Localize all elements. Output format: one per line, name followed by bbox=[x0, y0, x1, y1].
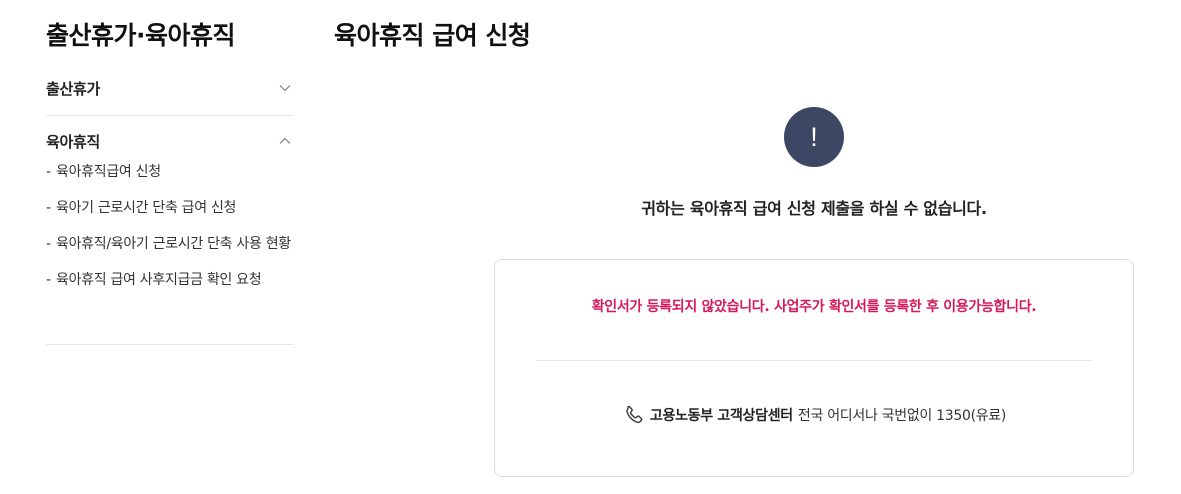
page: 출산휴가·육아휴직 출산휴가 육아휴직 - 육아휴직급여 신청 - 육아기 근로… bbox=[0, 0, 1181, 494]
page-title: 육아휴직 급여 신청 bbox=[334, 21, 531, 50]
sidebar-item-label: 육아기 근로시간 단축 급여 신청 bbox=[56, 200, 237, 216]
sidebar-item-usage-status[interactable]: - 육아휴직/육아기 근로시간 단축 사용 현황 bbox=[46, 233, 294, 255]
contact-center-name: 고용노동부 고객상담센터 bbox=[649, 408, 793, 424]
notice-message: 귀하는 육아휴직 급여 신청 제출을 하실 수 없습니다. bbox=[641, 199, 987, 218]
sidebar-item-label: 육아휴직급여 신청 bbox=[56, 164, 161, 180]
list-bullet: - bbox=[46, 200, 51, 216]
chevron-up-icon bbox=[278, 134, 292, 148]
contact-center-detail: 전국 어디서나 국번없이 1350(유료) bbox=[797, 408, 1007, 424]
sidebar-title: 출산휴가·육아휴직 bbox=[46, 21, 236, 50]
sidebar-group-parental-leave: 육아휴직 - 육아휴직급여 신청 - 육아기 근로시간 단축 급여 신청 - 육… bbox=[46, 125, 294, 345]
sidebar-item-reduced-hours-benefit[interactable]: - 육아기 근로시간 단축 급여 신청 bbox=[46, 197, 294, 219]
alert-icon: ! bbox=[784, 107, 844, 167]
sidebar-submenu: - 육아휴직급여 신청 - 육아기 근로시간 단축 급여 신청 - 육아휴직/육… bbox=[46, 161, 294, 291]
list-bullet: - bbox=[46, 272, 51, 288]
divider bbox=[536, 360, 1092, 361]
list-bullet: - bbox=[46, 164, 51, 180]
info-box: 확인서가 등록되지 않았습니다. 사업주가 확인서를 등록한 후 이용가능합니다… bbox=[494, 259, 1134, 477]
sidebar-group-header-maternity-leave[interactable]: 출산휴가 bbox=[46, 72, 294, 104]
sidebar-item-label: 육아휴직/육아기 근로시간 단축 사용 현황 bbox=[56, 236, 291, 252]
sidebar-group-label: 육아휴직 bbox=[46, 132, 101, 151]
alert-symbol: ! bbox=[810, 121, 818, 152]
sidebar-group-label: 출산휴가 bbox=[46, 79, 101, 98]
sidebar-group-maternity-leave: 출산휴가 bbox=[46, 72, 294, 116]
sidebar-item-deferred-payment-request[interactable]: - 육아휴직 급여 사후지급금 확인 요청 bbox=[46, 269, 294, 291]
sidebar-item-label: 육아휴직 급여 사후지급금 확인 요청 bbox=[56, 272, 262, 288]
list-bullet: - bbox=[46, 236, 51, 252]
sidebar-group-header-parental-leave[interactable]: 육아휴직 bbox=[46, 125, 294, 157]
contact-info: 고용노동부 고객상담센터 전국 어디서나 국번없이 1350(유료) bbox=[495, 404, 1133, 426]
warning-message: 확인서가 등록되지 않았습니다. 사업주가 확인서를 등록한 후 이용가능합니다… bbox=[591, 299, 1037, 315]
phone-icon bbox=[622, 404, 644, 426]
sidebar-item-parental-leave-benefit[interactable]: - 육아휴직급여 신청 bbox=[46, 161, 294, 183]
chevron-down-icon bbox=[278, 81, 292, 95]
